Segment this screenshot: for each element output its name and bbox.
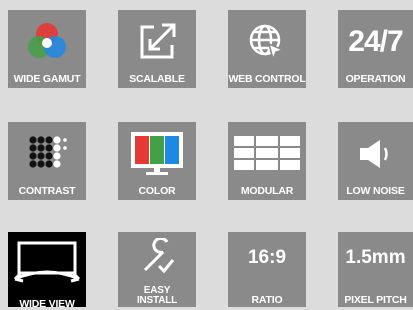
feature-label: WIDE VIEW [19,298,75,310]
globe-cursor-icon [228,18,306,66]
color-bars-monitor-icon [118,130,196,178]
wrench-check-icon [118,236,196,276]
feature-tile-modular: MODULAR [228,122,306,200]
feature-tile-ratio: 16:9 RATIO [228,232,306,307]
rgb-circles-icon [8,18,86,66]
feature-tile-web-control: WEB CONTROL [228,10,306,88]
feature-label: MODULAR [240,185,294,197]
feature-tile-easy-install: EASY INSTALL [118,232,196,307]
feature-tile-wide-gamut: WIDE GAMUT [8,10,86,88]
expand-arrows-icon [118,18,196,66]
tile-wall-icon [228,130,306,178]
feature-label: CONTRAST [18,185,76,197]
dot-matrix-icon [8,130,86,178]
feature-tile-color: COLOR [118,122,196,200]
wide-view-monitor-icon [8,238,86,286]
feature-label: SCALABLE [129,73,185,85]
feature-label: PIXEL PITCH [344,294,407,306]
feature-label-line2: INSTALL [136,295,178,306]
feature-tile-low-noise: LOW NOISE [338,122,413,200]
hours-247-icon: 24/7 [348,25,403,58]
feature-label: LOW NOISE [346,185,405,197]
feature-tile-operation: 24/7 OPERATION [338,10,413,88]
feature-tile-contrast: CONTRAST [8,122,86,200]
feature-tile-scalable: SCALABLE [118,10,196,88]
feature-label: EASY INSTALL [118,286,196,306]
feature-label: WEB CONTROL [228,73,306,85]
feature-label: OPERATION [345,73,406,85]
feature-tile-wide-view: WIDE VIEW [8,232,86,310]
speaker-icon [338,130,413,178]
pixel-pitch-value-icon: 1.5mm [345,247,406,268]
ratio-16-9-icon: 16:9 [247,247,287,268]
feature-tile-pixel-pitch: 1.5mm PIXEL PITCH [338,232,413,307]
feature-label: COLOR [138,185,176,197]
feature-label: WIDE GAMUT [13,73,81,85]
feature-label: RATIO [251,294,283,306]
